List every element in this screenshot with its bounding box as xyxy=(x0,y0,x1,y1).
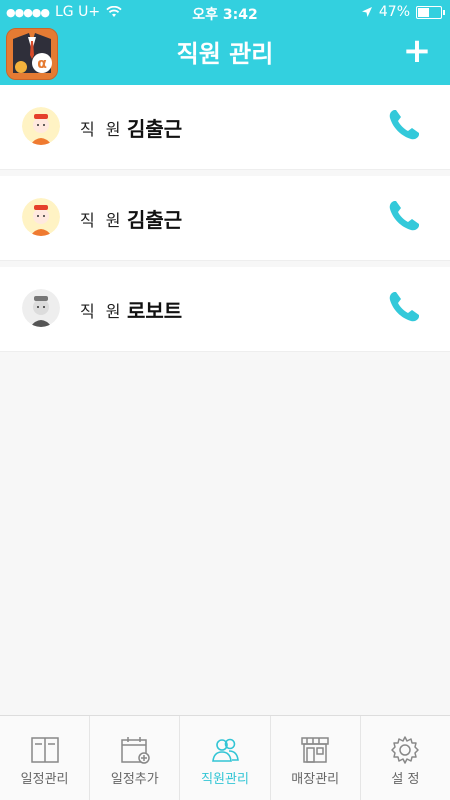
tab-staff-management[interactable]: 직원관리 xyxy=(180,716,271,800)
phone-icon[interactable] xyxy=(386,107,422,143)
schedule-list-icon xyxy=(30,737,59,763)
tab-label: 일정관리 xyxy=(20,772,69,787)
calendar-add-icon xyxy=(121,737,150,764)
tab-settings[interactable]: 설 정 xyxy=(361,716,450,800)
tab-store-management[interactable]: 매장관리 xyxy=(271,716,361,800)
phone-icon[interactable] xyxy=(386,198,422,234)
tab-label: 설 정 xyxy=(391,772,420,787)
add-employee-button[interactable]: + xyxy=(402,34,432,68)
chef-avatar xyxy=(22,107,60,145)
employee-list: 직 원 김출근 직 원 김출근 직 원 로보트 xyxy=(0,85,450,358)
list-item[interactable]: 직 원 로보트 xyxy=(0,267,450,352)
tab-label: 직원관리 xyxy=(201,772,249,787)
list-item[interactable]: 직 원 김출근 xyxy=(0,176,450,261)
tab-schedule-management[interactable]: 일정관리 xyxy=(0,716,91,800)
tab-schedule-add[interactable]: 일정추가 xyxy=(90,716,181,800)
people-icon xyxy=(212,738,239,762)
robot-avatar xyxy=(22,289,60,327)
gear-icon xyxy=(391,736,420,764)
battery-percent: 47% xyxy=(378,4,410,20)
employee-name: 김출근 xyxy=(127,208,183,232)
page-title: 직원 관리 xyxy=(176,40,274,68)
location-arrow-icon xyxy=(361,7,372,17)
store-icon xyxy=(301,737,329,763)
employee-role: 직 원 xyxy=(80,302,124,321)
battery-icon xyxy=(416,5,445,19)
status-bar: ●●●●● LG U+ 오후 3:42 47% xyxy=(0,0,450,26)
employee-role: 직 원 xyxy=(80,120,124,139)
list-item[interactable]: 직 원 김출근 xyxy=(0,85,450,170)
employee-role: 직 원 xyxy=(80,211,124,230)
phone-icon[interactable] xyxy=(386,289,422,325)
header-bar: ●●●●● LG U+ 오후 3:42 47% α 직원 관리 + xyxy=(0,0,450,85)
tab-label: 일정추가 xyxy=(110,772,159,787)
chef-avatar xyxy=(22,198,60,236)
bottom-tab-bar: 일정관리 일정추가 직원관리 매장관리 설 정 xyxy=(0,715,450,800)
employee-name: 김출근 xyxy=(127,117,183,141)
employee-name: 로보트 xyxy=(127,299,183,323)
tab-label: 매장관리 xyxy=(291,772,340,787)
